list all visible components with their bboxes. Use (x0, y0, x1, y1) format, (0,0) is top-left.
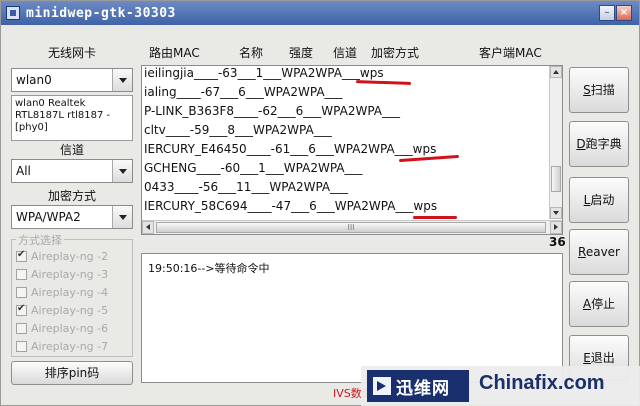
method-checkbox-3[interactable]: Aireplay-ng -3 (16, 265, 108, 283)
scroll-right-icon[interactable] (550, 221, 562, 234)
button-label: 跑字典 (585, 137, 622, 151)
method-label: Aireplay-ng -5 (31, 303, 109, 317)
col-strength: 强度 (289, 46, 314, 60)
window-title: minidwep-gtk-30303 (26, 5, 176, 21)
annotation-underline (413, 216, 457, 219)
method-label: Aireplay-ng -2 (31, 249, 109, 263)
watermark-site: Chinafix.com (479, 372, 605, 394)
encryption-label: 加密方式 (47, 189, 96, 203)
checkbox-icon[interactable] (16, 249, 27, 262)
method-checkbox-7[interactable]: Aireplay-ng -7 (16, 337, 108, 355)
watermark-logo: 迅维网 (367, 370, 469, 402)
log-line: 19:50:16-->等待命令中 (148, 262, 270, 275)
button-label: eaver (585, 245, 620, 259)
play-icon (373, 377, 391, 395)
scroll-up-icon[interactable] (550, 66, 562, 78)
app-window: minidwep-gtk-30303 – × 无线网卡 wlan0 wlan0 … (0, 0, 640, 406)
col-encryption: 加密方式 (371, 46, 420, 60)
list-item[interactable]: P-LINK_B363F8____-62___6___WPA2WPA___ (144, 104, 400, 123)
scan-button[interactable]: S扫描 (569, 67, 629, 113)
scroll-down-icon[interactable] (550, 207, 562, 219)
list-item[interactable]: ieilingjia____-63___1___WPA2WPA___wps (144, 66, 384, 85)
ap-count: 36 (549, 235, 566, 249)
method-groupbox: 方式选择 Aireplay-ng -2 Aireplay-ng -3 Airep… (11, 232, 133, 357)
channel-select[interactable]: All (11, 159, 133, 183)
method-label: Aireplay-ng -3 (31, 267, 109, 281)
checkbox-icon[interactable] (16, 303, 27, 316)
col-name: 名称 (239, 46, 264, 60)
checkbox-icon[interactable] (16, 286, 27, 298)
shortcut-key: E (583, 351, 591, 365)
method-label: Aireplay-ng -6 (31, 321, 109, 335)
ap-list[interactable]: ieilingjia____-63___1___WPA2WPA___wps ia… (141, 65, 563, 235)
scroll-left-icon[interactable] (142, 221, 154, 234)
reaver-button[interactable]: Reaver (569, 229, 629, 275)
button-label: 扫描 (590, 83, 615, 97)
nic-label: 无线网卡 (47, 46, 96, 60)
button-label: 启动 (590, 193, 615, 207)
method-checkbox-5[interactable]: Aireplay-ng -5 (16, 301, 108, 319)
chevron-down-icon[interactable] (112, 160, 132, 182)
col-router-mac: 路由MAC (149, 46, 200, 60)
method-checkbox-4[interactable]: Aireplay-ng -4 (16, 283, 108, 301)
nic-info-box: wlan0 Realtek RTL8187L rtl8187 - [phy0] (11, 95, 133, 141)
list-item[interactable]: ialing____-67___6___WPA2WPA___ (144, 85, 343, 104)
horizontal-scrollbar[interactable]: III (142, 220, 562, 234)
shortcut-key: S (583, 83, 591, 97)
nic-select-value: wlan0 (16, 73, 52, 87)
shortcut-key: D (576, 137, 586, 151)
checkbox-icon[interactable] (16, 340, 27, 352)
channel-select-value: All (16, 164, 31, 178)
title-bar[interactable]: minidwep-gtk-30303 – × (1, 1, 639, 25)
stop-button[interactable]: A停止 (569, 281, 629, 327)
method-group-title: 方式选择 (16, 232, 64, 248)
app-icon (6, 6, 20, 20)
encryption-select-value: WPA/WPA2 (16, 210, 81, 224)
method-checkbox-6[interactable]: Aireplay-ng -6 (16, 319, 108, 337)
chevron-down-icon[interactable] (112, 69, 132, 91)
method-checkbox-2[interactable]: Aireplay-ng -2 (16, 247, 108, 265)
list-item[interactable]: GCHENG____-60___1___WPA2WPA___ (144, 161, 363, 180)
list-item[interactable]: cltv____-59___8___WPA2WPA___ (144, 123, 332, 142)
col-channel: 信道 (333, 46, 358, 60)
dictionary-button[interactable]: D跑字典 (569, 121, 629, 167)
shortcut-key: A (582, 297, 592, 311)
scroll-thumb[interactable]: III (156, 222, 546, 233)
vertical-scrollbar[interactable] (549, 66, 562, 219)
list-item[interactable]: 0433____-56___11___WPA2WPA___ (144, 180, 348, 199)
chevron-down-icon[interactable] (112, 206, 132, 228)
watermark-logo-text: 迅维网 (396, 378, 450, 399)
checkbox-icon[interactable] (16, 268, 27, 280)
nic-select[interactable]: wlan0 (11, 68, 133, 92)
list-item[interactable]: IERCURY_E46450____-61___6___WPA2WPA___wp… (144, 142, 436, 161)
col-client-mac: 客户端MAC (479, 46, 542, 60)
start-button[interactable]: L启动 (569, 177, 629, 223)
encryption-select[interactable]: WPA/WPA2 (11, 205, 133, 229)
close-button[interactable]: × (616, 5, 632, 21)
checkbox-icon[interactable] (16, 322, 27, 334)
method-label: Aireplay-ng -7 (31, 339, 109, 353)
shortcut-key: R (578, 245, 586, 259)
button-label: 退出 (590, 351, 615, 365)
button-label: 停止 (591, 297, 616, 311)
method-label: Aireplay-ng -4 (31, 285, 109, 299)
minimize-button[interactable]: – (599, 5, 615, 21)
channel-label: 信道 (59, 143, 84, 157)
log-output[interactable]: 19:50:16-->等待命令中 (141, 253, 563, 383)
list-item[interactable]: IERCURY_58C694____-47___6___WPA2WPA___wp… (144, 199, 437, 218)
scroll-thumb[interactable] (551, 166, 561, 192)
sort-pin-button[interactable]: 排序pin码 (11, 361, 133, 385)
